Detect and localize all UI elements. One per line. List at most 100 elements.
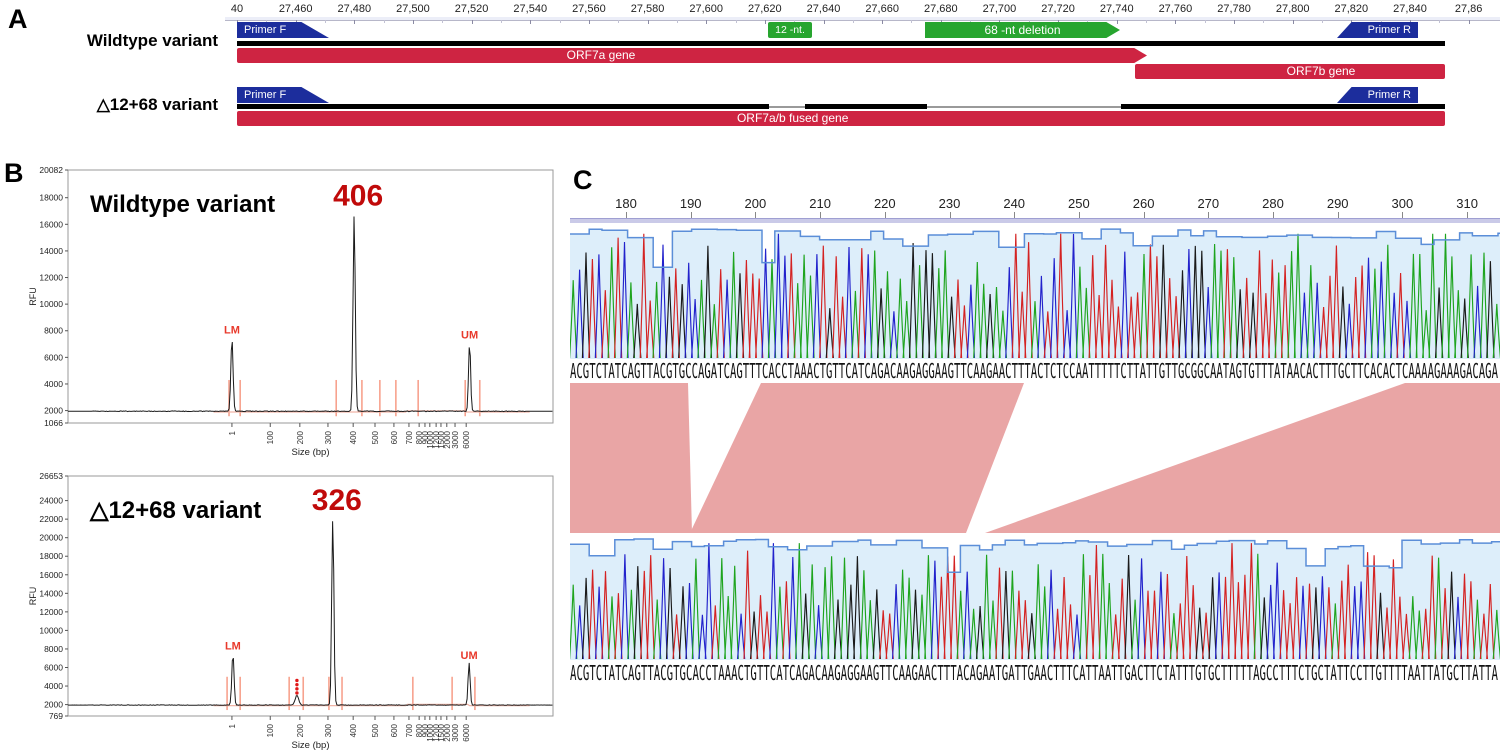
ruler-tick (824, 20, 825, 24)
ruler-tick-label: 27,780 (1217, 3, 1251, 15)
x-axis-title: Size (bp) (291, 740, 329, 751)
y-tick-label: 4000 (44, 681, 63, 691)
position-label: 290 (1327, 196, 1349, 211)
x-tick-label: 100 (266, 430, 275, 444)
peak-size-label: 326 (312, 484, 362, 517)
chromatogram-variant (570, 534, 1500, 660)
ruler-band (570, 218, 1500, 223)
ruler-tick (882, 20, 883, 24)
ruler-tick (413, 20, 414, 24)
x-tick-label: 6000 (462, 723, 471, 741)
x-tick-label: 400 (349, 723, 358, 737)
ruler-tick (1117, 20, 1118, 24)
y-tick-label: 20082 (39, 165, 63, 175)
ruler-tick-label: 27,840 (1393, 3, 1427, 15)
variant-genome-segment-1 (237, 104, 769, 109)
panel-a-genome-map: A 4027,46027,48027,50027,52027,54027,560… (0, 0, 1500, 158)
y-tick-label: 4000 (44, 379, 63, 389)
position-label: 250 (1068, 196, 1090, 211)
x-tick-label: 6000 (462, 430, 471, 448)
flag-dot (295, 679, 298, 682)
ruler-tick (706, 20, 707, 24)
ruler-minor-tick (1205, 20, 1206, 23)
y-tick-label: 18000 (39, 551, 63, 561)
ruler-tick (1175, 20, 1176, 24)
y-tick-label: 26653 (39, 471, 63, 481)
ruler-tick-label: 27,620 (748, 3, 782, 15)
y-tick-label: 10000 (39, 299, 63, 309)
position-label: 240 (1003, 196, 1025, 211)
chart-title: △12+68 variant (89, 497, 261, 524)
x-tick-label: 700 (405, 430, 414, 444)
y-tick-label: 6000 (44, 662, 63, 672)
position-label: 180 (615, 196, 637, 211)
ruler-tick-label: 27,760 (1159, 3, 1193, 15)
y-tick-label: 24000 (39, 496, 63, 506)
x-tick-label: 500 (371, 723, 380, 737)
primer-r-variant: Primer R (1337, 87, 1418, 103)
flag-dot (295, 683, 298, 686)
ruler-minor-tick (442, 20, 443, 23)
position-label: 260 (1133, 196, 1155, 211)
ruler-tick-label: 27,660 (865, 3, 899, 15)
sequence-text-wildtype: ACGTCTATCAGTTACGTGCCAGATCAGTTTCACCTAAACT… (570, 360, 1498, 382)
y-axis-title: RFU (28, 287, 38, 306)
ruler-tick-label: 27,740 (1100, 3, 1134, 15)
electropherogram-variant: 2665324000220002000018000160001400012000… (0, 460, 570, 756)
alignment-pink-shapes (570, 383, 1500, 533)
ruler-tick-label: 27,86 (1455, 3, 1483, 15)
variant-genome-segment-3 (1121, 104, 1445, 109)
ruler-tick-label: 27,800 (1276, 3, 1310, 15)
ruler-tick-label: 27,640 (807, 3, 841, 15)
orf7a-gene-label: ORF7a gene (567, 48, 636, 63)
ruler-tick (765, 20, 766, 24)
sequence-text-wildtype-wrap: ACGTCTATCAGTTACGTGCCAGATCAGTTTCACCTAAACT… (570, 360, 1500, 382)
ruler-tick-label: 27,500 (396, 3, 430, 15)
y-tick-label: 2000 (44, 700, 63, 710)
x-tick-label: 600 (390, 430, 399, 444)
ruler-tick-label: 27,460 (279, 3, 313, 15)
x-tick-label: 600 (390, 723, 399, 737)
ruler-minor-tick (1146, 20, 1147, 23)
ruler-tick-label: 27,720 (1041, 3, 1075, 15)
ruler-minor-tick (1439, 20, 1440, 23)
ruler-tick (648, 20, 649, 24)
orf7b-gene-bar: ORF7b gene (1135, 64, 1445, 79)
y-tick-label: 769 (49, 711, 63, 721)
ruler-tick (1234, 20, 1235, 24)
ruler-tick-label: 40 (231, 3, 243, 15)
ruler-minor-tick (736, 20, 737, 23)
ruler-minor-tick (1263, 20, 1264, 23)
x-tick-label: 3000 (451, 723, 460, 741)
y-tick-label: 20000 (39, 533, 63, 543)
deletion-68nt-arrow: 68 -nt deletion (925, 22, 1120, 38)
x-tick-label: 500 (371, 430, 380, 444)
x-tick-label: 1 (228, 723, 237, 728)
ruler-tick-label: 27,680 (924, 3, 958, 15)
panel-c-sanger-traces: C 18019020021022023024025026027028029030… (570, 160, 1500, 756)
y-tick-label: 16000 (39, 570, 63, 580)
position-label: 310 (1456, 196, 1478, 211)
sequence-text-variant-wrap: ACGTCTATCAGTTACGTGCACCTAAACTGTTCATCAGACA… (570, 662, 1500, 684)
orf7b-gene-label: ORF7b gene (1287, 64, 1356, 79)
flag-dot (295, 687, 298, 690)
position-label: 210 (809, 196, 831, 211)
alignment-region (690, 383, 1024, 533)
electropherogram-wildtype: 2008218000160001400012000100008000600040… (0, 160, 570, 460)
variant-genome-segment-2 (805, 104, 927, 109)
orf7a-gene-bar: ORF7a gene (237, 48, 1147, 63)
x-tick-label: 3000 (451, 430, 460, 448)
x-tick-label: 400 (349, 430, 358, 444)
ruler-tick (589, 20, 590, 24)
row-label-wildtype: Wildtype variant (20, 31, 218, 51)
figure: A 4027,46027,48027,50027,52027,54027,560… (0, 0, 1500, 756)
ruler-tick-label: 27,540 (513, 3, 547, 15)
sequence-position-ruler: 1801902002102202302402502602702802903003… (570, 160, 1500, 218)
ruler-tick-label: 27,700 (983, 3, 1017, 15)
primer-f-variant: Primer F (237, 87, 329, 103)
position-label: 190 (680, 196, 702, 211)
y-tick-label: 12000 (39, 273, 63, 283)
ruler-minor-tick (560, 20, 561, 23)
ruler-tick-label: 27,560 (572, 3, 606, 15)
row-label-del-variant: △12+68 variant (20, 95, 218, 115)
